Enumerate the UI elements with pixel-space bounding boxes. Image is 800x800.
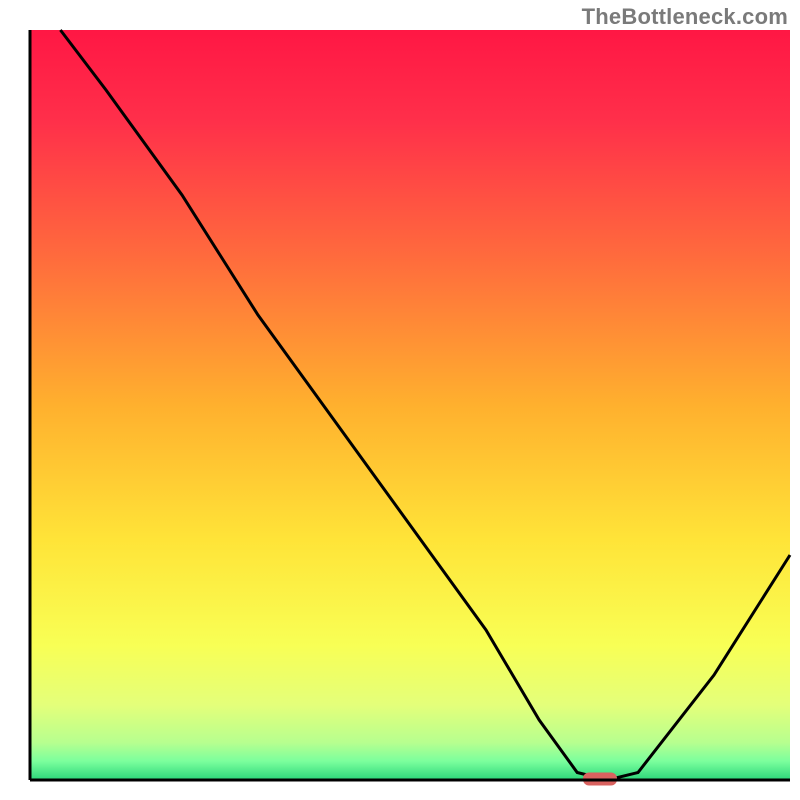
bottleneck-chart [0, 0, 800, 800]
